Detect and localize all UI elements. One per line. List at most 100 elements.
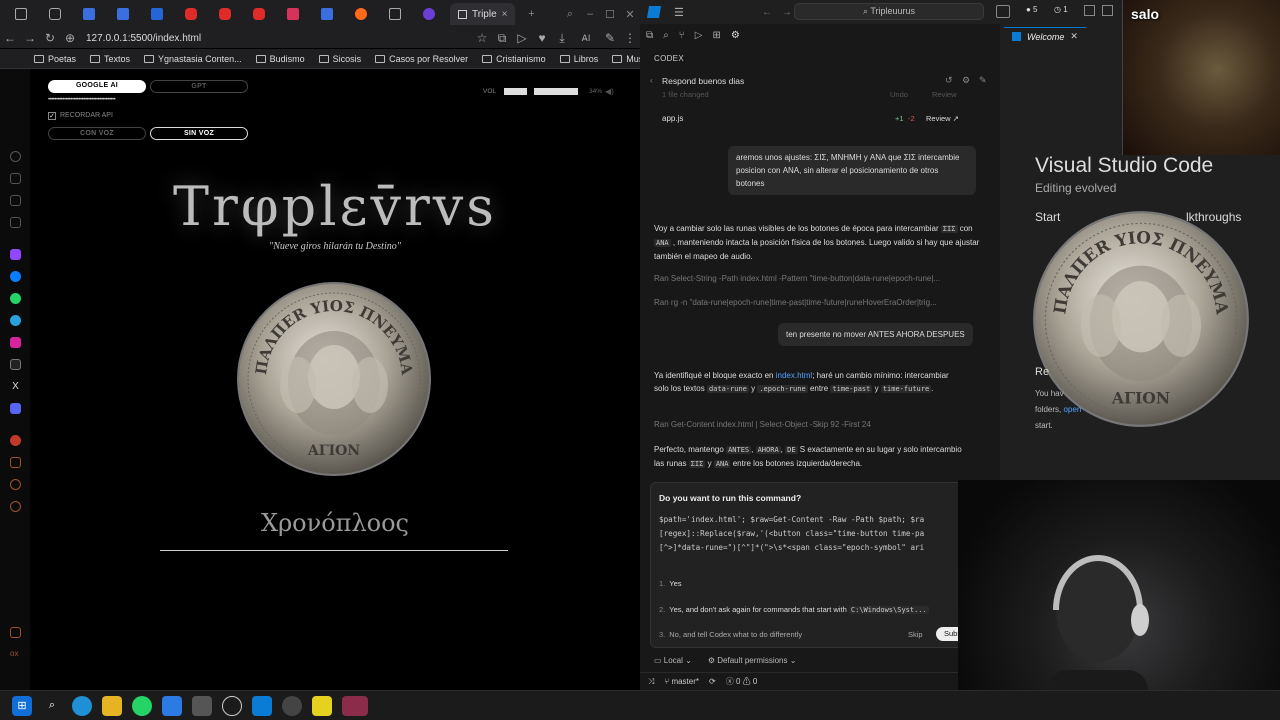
windows-start-icon[interactable]: ⊞	[12, 695, 32, 716]
file-explorer-icon[interactable]	[102, 695, 122, 716]
open-folder-link[interactable]: open	[1063, 405, 1081, 414]
messenger-icon[interactable]	[10, 271, 21, 282]
site-info-icon[interactable]: ⊕	[60, 31, 80, 45]
search-icon[interactable]: ⌕	[42, 696, 62, 716]
undo-button[interactable]: Undo	[890, 90, 908, 99]
source-control-icon[interactable]: ⑂	[679, 30, 685, 41]
menu-icon[interactable]: ⋮	[620, 31, 640, 45]
remote-icon[interactable]: ⤨	[648, 677, 654, 687]
tab-icon-docs-3[interactable]	[316, 3, 338, 25]
tiktok-icon[interactable]	[10, 359, 21, 370]
more-icon[interactable]: ox	[10, 649, 21, 660]
bell-icon[interactable]	[10, 173, 21, 184]
forward-icon[interactable]: →	[20, 31, 40, 45]
bookmark-sicosis[interactable]: Sicosis	[318, 54, 361, 64]
close-window-icon[interactable]: ✕	[620, 8, 640, 21]
hamburger-menu-icon[interactable]: ☰	[674, 6, 684, 19]
copilot-icon[interactable]	[996, 5, 1010, 18]
api-key-field[interactable]: ••••••••••••••••••••••••••••••••••••••••…	[48, 97, 116, 103]
tab-icon-dropbox[interactable]	[146, 3, 168, 25]
speaker-icon[interactable]: ◀)	[605, 87, 614, 96]
heart-sidebar-icon[interactable]	[10, 435, 21, 446]
option-yes[interactable]: 1. Yes	[659, 579, 682, 588]
telegram-icon[interactable]	[10, 315, 21, 326]
translate-icon[interactable]: ꓮI	[572, 33, 600, 44]
history-icon[interactable]	[10, 479, 21, 490]
browser-taskbar-icon[interactable]	[282, 695, 302, 716]
con-voz-button[interactable]: CON VOZ	[48, 127, 146, 140]
files-icon[interactable]: ⧉	[646, 30, 653, 41]
tab-icon-orange[interactable]	[350, 3, 372, 25]
discord-icon[interactable]	[10, 403, 21, 414]
maximize-icon[interactable]: ☐	[600, 8, 620, 21]
sidebar-icon[interactable]	[10, 217, 21, 228]
extension-icon[interactable]: ⧉	[492, 31, 512, 46]
minimize-icon[interactable]: –	[580, 8, 600, 20]
history-icon[interactable]: ↺	[945, 75, 953, 86]
vscode-taskbar-icon[interactable]	[252, 695, 272, 716]
sin-voz-button[interactable]: SIN VOZ	[150, 127, 248, 140]
option-yes-always[interactable]: 2. Yes, and don't ask again for commands …	[659, 605, 929, 614]
problems-indicator[interactable]: ⓧ 0 ⚠ 0	[726, 676, 758, 687]
url-field[interactable]: 127.0.0.1:5500/index.html	[86, 33, 201, 44]
star-icon[interactable]	[10, 195, 21, 206]
remember-api-checkbox[interactable]: ✓	[48, 112, 56, 120]
reload-icon[interactable]: ↻	[40, 31, 60, 45]
review-file-button[interactable]: Review ↗	[926, 114, 959, 123]
volume-toggle[interactable]	[504, 88, 527, 95]
app-taskbar-icon[interactable]	[342, 695, 368, 716]
bookmark-textos[interactable]: Textos	[90, 54, 130, 64]
sticky-notes-icon[interactable]	[312, 695, 332, 716]
whatsapp-icon[interactable]	[10, 293, 21, 304]
bookmark-cristianismo[interactable]: Cristianismo	[482, 54, 546, 64]
tool-icon[interactable]	[192, 695, 212, 716]
review-all-button[interactable]: Review	[932, 90, 957, 99]
tools-icon[interactable]	[10, 627, 21, 638]
changed-file-name[interactable]: app.js	[662, 114, 683, 123]
permissions-selector[interactable]: ⚙ Default permissions ⌄	[708, 656, 797, 665]
play-icon[interactable]: ▷	[512, 31, 532, 45]
gpt-button[interactable]: GPT	[150, 80, 248, 93]
twitch-icon[interactable]	[10, 249, 21, 260]
bookmark-ygnastasia[interactable]: Ygnastasia Conten...	[144, 54, 242, 64]
bookmark-icon[interactable]: ☆	[472, 31, 492, 45]
coin-image[interactable]: ΠΑΛΠΕR ΥΙΟΣ ΠΝΕΥΜΑ ΑΓΙΟΝ	[236, 281, 432, 477]
bookmark-budismo[interactable]: Budismo	[255, 54, 305, 64]
instagram-icon[interactable]	[10, 337, 21, 348]
tab-icon-youtube-1[interactable]	[180, 3, 202, 25]
codex-icon[interactable]: ⚙	[731, 30, 740, 41]
ran-command-1[interactable]: Ran Select-String -Path index.html -Patt…	[654, 274, 940, 283]
settings-icon[interactable]: ⚙	[962, 75, 970, 86]
back-nav-icon[interactable]: ←	[762, 7, 772, 18]
sync-icon[interactable]: ⟳	[709, 677, 716, 686]
local-selector[interactable]: ▭ Local ⌄	[654, 656, 692, 665]
store-icon[interactable]	[162, 695, 182, 716]
tab-icon-2[interactable]	[44, 3, 66, 25]
tab-icon-page[interactable]	[384, 3, 406, 25]
new-chat-icon[interactable]: ✎	[979, 75, 987, 86]
pen-icon[interactable]: ✎	[600, 31, 620, 45]
run-debug-icon[interactable]: ▷	[695, 30, 703, 41]
chatgpt-icon[interactable]	[222, 695, 242, 716]
edge-icon[interactable]	[72, 695, 92, 716]
bookmark-casos[interactable]: Casos por Resolver	[375, 54, 468, 64]
index-html-link[interactable]: index.html	[776, 371, 812, 380]
bookmark-libros[interactable]: Libros	[559, 54, 598, 64]
layout-icon-1[interactable]	[1084, 5, 1095, 16]
whatsapp-taskbar-icon[interactable]	[132, 695, 152, 716]
download-icon[interactable]: ⤓	[552, 31, 572, 46]
tab-icon-docs-2[interactable]	[112, 3, 134, 25]
search-tabs-icon[interactable]: ⌕	[560, 8, 580, 21]
option-no[interactable]: 3. No, and tell Codex what to do differen…	[659, 630, 802, 639]
heart-icon[interactable]: ♥	[532, 31, 552, 45]
back-icon[interactable]: ←	[0, 31, 20, 45]
close-tab-icon[interactable]: ×	[502, 9, 508, 20]
moon-icon[interactable]	[10, 151, 21, 162]
ran-command-3[interactable]: Ran Get-Content index.html | Select-Obje…	[654, 420, 871, 429]
tab-welcome[interactable]: Welcome ✕	[1004, 27, 1086, 45]
tab-icon-docs-1[interactable]	[78, 3, 100, 25]
tab-icon-youtube-2[interactable]	[214, 3, 236, 25]
chevron-left-icon[interactable]: ‹	[650, 76, 653, 85]
search-panel-icon[interactable]: ⌕	[663, 30, 669, 41]
x-icon[interactable]: X	[10, 381, 21, 392]
